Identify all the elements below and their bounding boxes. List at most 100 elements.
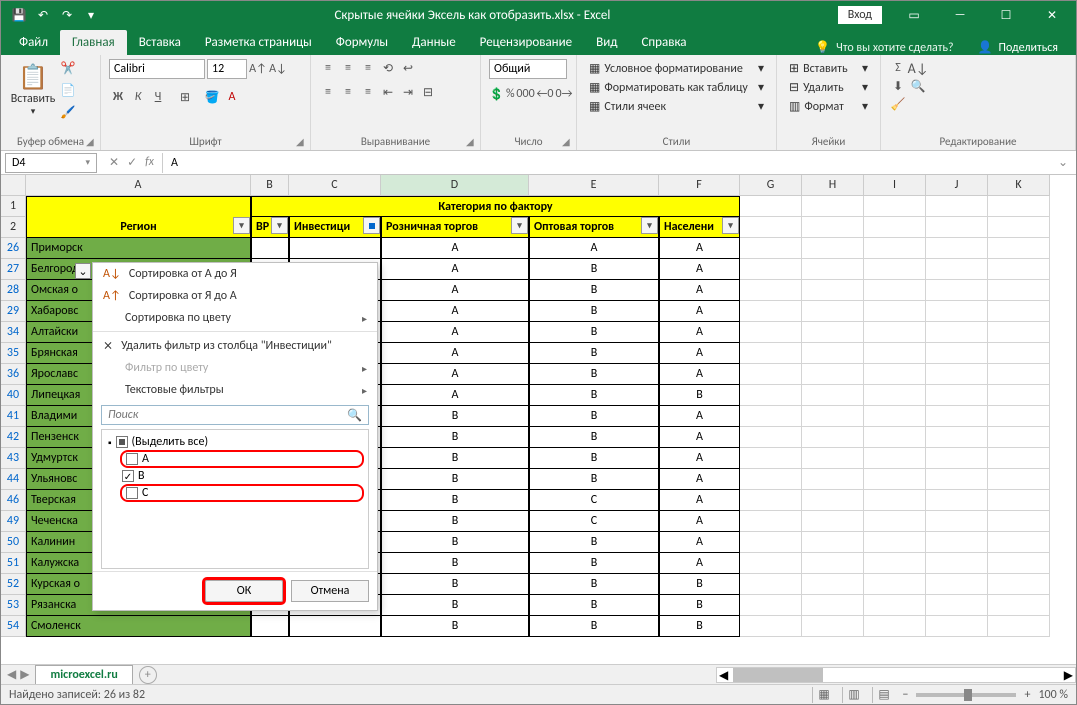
cell[interactable]: [864, 301, 926, 322]
cell[interactable]: [802, 217, 864, 238]
conditional-formatting-button[interactable]: ▦Условное форматирование▾: [585, 59, 768, 78]
cell[interactable]: [802, 259, 864, 280]
cell[interactable]: [251, 238, 289, 259]
filter-search-box[interactable]: 🔍: [101, 405, 369, 425]
cell[interactable]: [740, 322, 802, 343]
col-header-B[interactable]: B: [251, 175, 289, 196]
share-button[interactable]: 👤 Поделиться: [966, 40, 1070, 55]
cell[interactable]: [802, 616, 864, 637]
copy-icon[interactable]: 📄: [59, 81, 77, 99]
col-header-D[interactable]: D: [381, 175, 529, 196]
filter-value-a[interactable]: A: [120, 450, 364, 468]
text-filters-item[interactable]: Текстовые фильтры▸: [93, 379, 377, 401]
cell[interactable]: A: [659, 301, 740, 322]
wrap-text-icon[interactable]: ↩: [399, 59, 417, 77]
new-sheet-button[interactable]: +: [139, 666, 157, 684]
cell[interactable]: A: [659, 490, 740, 511]
cell[interactable]: [802, 364, 864, 385]
cell[interactable]: B: [381, 448, 529, 469]
cell[interactable]: [864, 469, 926, 490]
autosum-icon[interactable]: Σ: [889, 59, 907, 77]
indent-dec-icon[interactable]: ⇤: [379, 83, 397, 101]
cell[interactable]: [864, 217, 926, 238]
cell[interactable]: [864, 511, 926, 532]
sort-by-color-item[interactable]: Сортировка по цвету▸: [93, 307, 377, 329]
align-left-icon[interactable]: ≡: [319, 83, 337, 101]
cell[interactable]: B: [529, 343, 659, 364]
cell[interactable]: [926, 280, 988, 301]
cell[interactable]: [988, 574, 1050, 595]
cell[interactable]: [988, 469, 1050, 490]
row-header[interactable]: 40: [1, 385, 26, 406]
sort-filter-icon[interactable]: A↓: [909, 59, 927, 77]
cell[interactable]: [988, 595, 1050, 616]
undo-icon[interactable]: ↶: [33, 5, 53, 25]
cell[interactable]: [802, 511, 864, 532]
expand-formula-icon[interactable]: ⌄: [1050, 155, 1076, 170]
filter-dropdown-vr[interactable]: ▾: [271, 217, 288, 234]
row-header[interactable]: 28: [1, 280, 26, 301]
cell[interactable]: A: [659, 469, 740, 490]
delete-cells-button[interactable]: ⊟Удалить▾: [785, 78, 872, 97]
col-header-E[interactable]: E: [529, 175, 659, 196]
cell[interactable]: [926, 595, 988, 616]
col-header-J[interactable]: J: [926, 175, 988, 196]
cell[interactable]: B: [381, 616, 529, 637]
cell[interactable]: [988, 448, 1050, 469]
cell[interactable]: B: [529, 616, 659, 637]
cell[interactable]: C: [529, 511, 659, 532]
tab-review[interactable]: Рецензирование: [468, 30, 584, 55]
cell[interactable]: [988, 532, 1050, 553]
cell[interactable]: [926, 574, 988, 595]
cell[interactable]: [802, 427, 864, 448]
minimize-icon[interactable]: —: [938, 1, 982, 29]
cell[interactable]: [988, 343, 1050, 364]
name-box[interactable]: D4▾: [5, 153, 97, 173]
cell[interactable]: [740, 364, 802, 385]
cell[interactable]: [802, 343, 864, 364]
cell[interactable]: A: [381, 364, 529, 385]
cell[interactable]: A: [381, 343, 529, 364]
cell[interactable]: [864, 238, 926, 259]
next-sheet-icon[interactable]: ▶: [20, 667, 29, 682]
cell[interactable]: [740, 616, 802, 637]
cell-styles-button[interactable]: ▦Стили ячеек▾: [585, 97, 768, 116]
cell[interactable]: B: [381, 427, 529, 448]
cell[interactable]: [802, 385, 864, 406]
cell[interactable]: [864, 595, 926, 616]
cell[interactable]: [926, 553, 988, 574]
cell[interactable]: A: [659, 280, 740, 301]
cell[interactable]: A: [381, 238, 529, 259]
zoom-out-icon[interactable]: −: [902, 688, 908, 702]
cell[interactable]: [988, 217, 1050, 238]
row-header[interactable]: 27: [1, 259, 26, 280]
tab-home[interactable]: Главная: [60, 30, 127, 55]
cell[interactable]: [988, 385, 1050, 406]
align-top-icon[interactable]: ≡: [319, 59, 337, 77]
clear-icon[interactable]: 🧹: [889, 95, 907, 113]
align-right-icon[interactable]: ≡: [359, 83, 377, 101]
cell[interactable]: B: [529, 280, 659, 301]
cell[interactable]: [802, 574, 864, 595]
orientation-icon[interactable]: ⟲: [379, 59, 397, 77]
cell[interactable]: B: [529, 469, 659, 490]
align-center-icon[interactable]: ≡: [339, 83, 357, 101]
cell[interactable]: [988, 301, 1050, 322]
cell[interactable]: Регион▾: [26, 217, 251, 238]
cell[interactable]: B: [529, 259, 659, 280]
format-cells-button[interactable]: ▥Формат▾: [785, 97, 872, 116]
cell[interactable]: B: [529, 448, 659, 469]
number-format-select[interactable]: [489, 59, 567, 79]
filter-dropdown-wholesale[interactable]: ▾: [641, 217, 658, 234]
cell[interactable]: [251, 616, 289, 637]
cell[interactable]: [802, 196, 864, 217]
number-dialog-icon[interactable]: ◢: [562, 135, 574, 147]
zoom-in-icon[interactable]: +: [1024, 688, 1030, 702]
cell[interactable]: [926, 385, 988, 406]
cell[interactable]: B: [529, 532, 659, 553]
fx-icon[interactable]: fx: [145, 155, 154, 170]
cell[interactable]: [26, 196, 251, 217]
cell[interactable]: [864, 280, 926, 301]
format-as-table-button[interactable]: ▦Форматировать как таблицу▾: [585, 78, 768, 97]
select-all-corner[interactable]: [1, 175, 26, 196]
